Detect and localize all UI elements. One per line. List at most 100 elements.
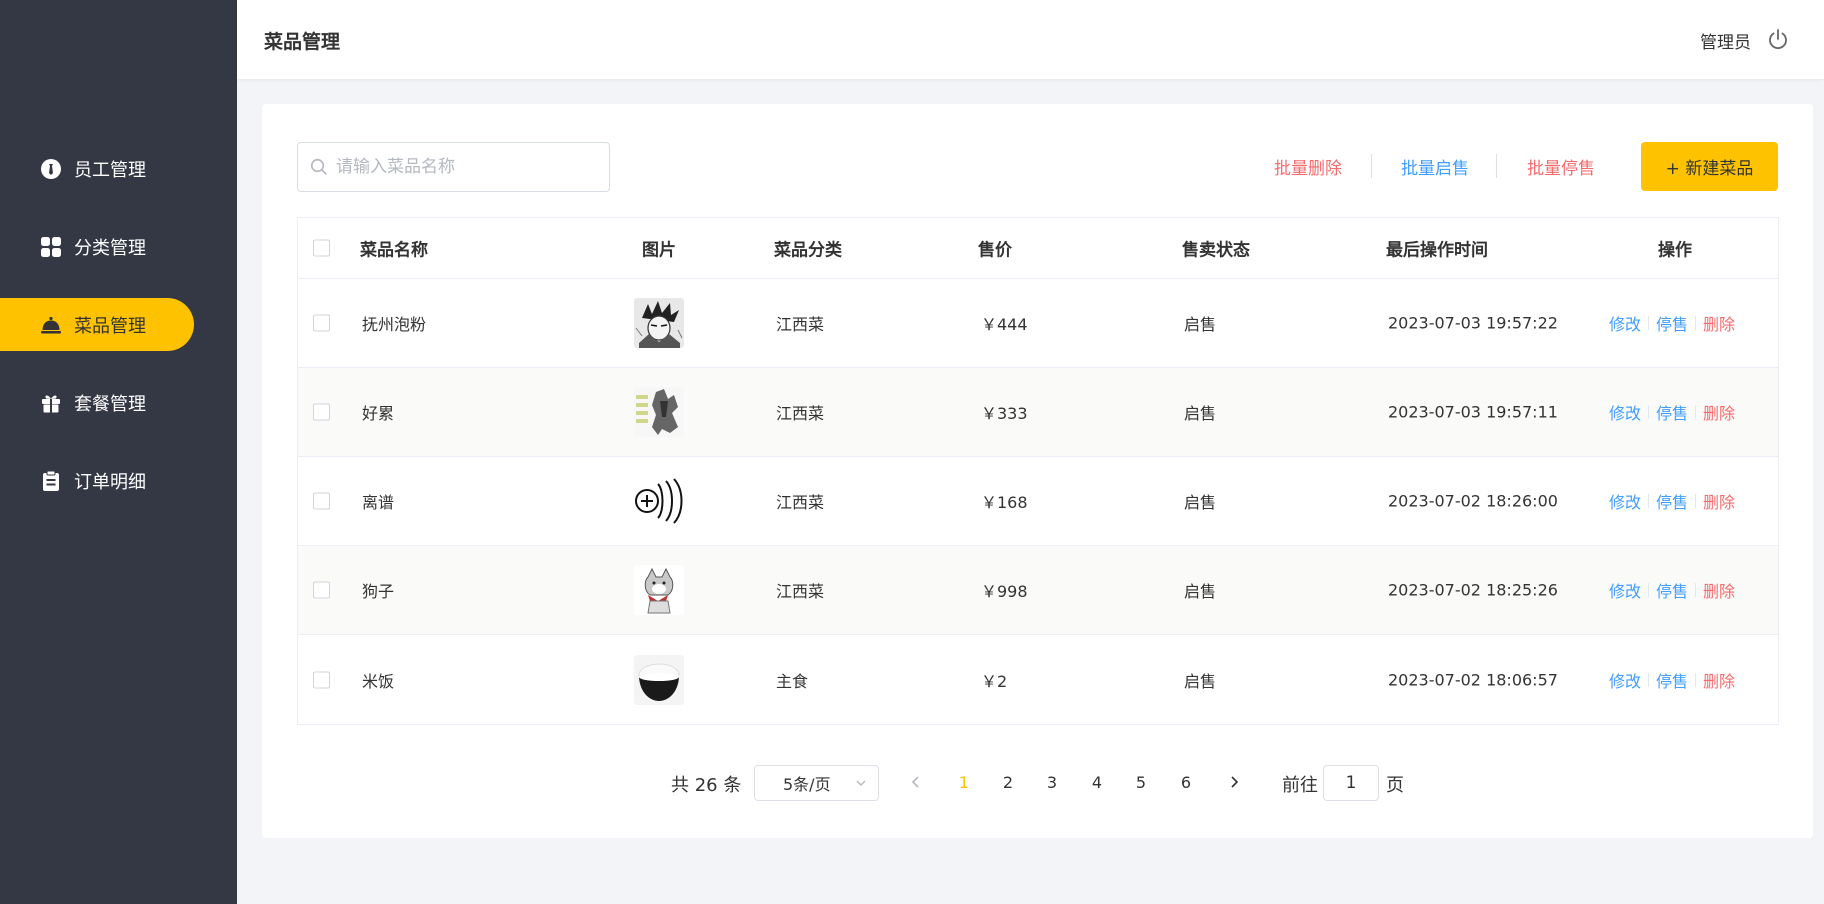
- page-size-select[interactable]: 5条/页: [754, 765, 879, 801]
- table-row: 离谱 江西菜 ￥168 启售 2023-07-02 18:26:00 修改 停售…: [298, 457, 1778, 546]
- delete-button[interactable]: 删除: [1703, 400, 1735, 424]
- row-checkbox[interactable]: [313, 581, 330, 599]
- page-number[interactable]: 1: [954, 773, 974, 792]
- row-checkbox[interactable]: [313, 492, 330, 510]
- total-count: 共 26 条: [671, 775, 742, 796]
- batch-stop-sale-button[interactable]: 批量停售: [1527, 154, 1595, 179]
- row-checkbox[interactable]: [313, 314, 330, 332]
- clipboard-icon: [40, 470, 62, 492]
- sidebar-nav: 员工管理 分类管理 菜品管理 套餐管理 订单明细: [0, 142, 237, 532]
- stop-sale-button[interactable]: 停售: [1656, 668, 1688, 692]
- prev-page-icon[interactable]: [908, 774, 924, 790]
- divider: [1648, 494, 1650, 508]
- row-actions: 修改 停售 删除: [1609, 400, 1735, 424]
- dish-list-card: 批量删除 批量启售 批量停售 + 新建菜品 菜品名称 图片 菜品分类 售价 售卖…: [262, 104, 1813, 838]
- dish-bell-icon: [40, 314, 62, 336]
- divider: [1695, 494, 1697, 508]
- employee-icon: [40, 158, 62, 180]
- page-number[interactable]: 2: [998, 773, 1018, 792]
- goto-label: 前往: [1282, 775, 1318, 796]
- delete-button[interactable]: 删除: [1703, 311, 1735, 335]
- sidebar-item-category[interactable]: 分类管理: [0, 220, 237, 273]
- page-number[interactable]: 4: [1087, 773, 1107, 792]
- sidebar-item-setmeal[interactable]: 套餐管理: [0, 376, 237, 429]
- stop-sale-button[interactable]: 停售: [1656, 489, 1688, 513]
- edit-button[interactable]: 修改: [1609, 668, 1641, 692]
- sidebar-item-label: 菜品管理: [74, 315, 146, 337]
- divider: [1695, 672, 1697, 687]
- dish-price: ￥444: [981, 315, 1028, 334]
- sidebar-item-dish[interactable]: 菜品管理: [0, 298, 194, 351]
- goto-suffix: 页: [1386, 775, 1404, 796]
- dish-image: [634, 654, 684, 705]
- page-size-value: 5条/页: [783, 775, 831, 794]
- goto-page-input[interactable]: [1323, 765, 1379, 801]
- dish-name: 抚州泡粉: [362, 315, 427, 334]
- dish-name: 好累: [362, 404, 395, 423]
- dish-table: 菜品名称 图片 菜品分类 售价 售卖状态 最后操作时间 操作 抚州泡粉 江西菜 …: [297, 217, 1779, 725]
- stop-sale-button[interactable]: 停售: [1656, 400, 1688, 424]
- column-header: 售卖状态: [1182, 240, 1250, 261]
- dish-image: [634, 476, 684, 526]
- dish-category: 主食: [776, 671, 809, 691]
- edit-button[interactable]: 修改: [1609, 400, 1641, 424]
- table-row: 米饭 主食 ￥2 启售 2023-07-02 18:06:57 修改 停售 删除: [298, 635, 1778, 724]
- edit-button[interactable]: 修改: [1609, 578, 1641, 602]
- delete-button[interactable]: 删除: [1703, 489, 1735, 513]
- new-dish-button[interactable]: + 新建菜品: [1641, 142, 1778, 191]
- divider: [1371, 154, 1372, 178]
- search-box[interactable]: [297, 142, 610, 192]
- next-page-icon[interactable]: [1226, 774, 1242, 790]
- sidebar-item-orders[interactable]: 订单明细: [0, 454, 237, 507]
- page-title: 菜品管理: [264, 31, 341, 53]
- batch-start-sale-button[interactable]: 批量启售: [1401, 154, 1469, 179]
- delete-button[interactable]: 删除: [1703, 668, 1735, 692]
- category-icon: [40, 236, 62, 258]
- select-all-checkbox[interactable]: [313, 239, 330, 257]
- divider: [1695, 583, 1697, 597]
- sidebar-item-label: 订单明细: [74, 471, 146, 493]
- table-row: 好累 江西菜 ￥333 启售 2023-07-03 19:57:11 修改 停售…: [298, 368, 1778, 457]
- sidebar-item-employee[interactable]: 员工管理: [0, 142, 237, 195]
- batch-delete-button[interactable]: 批量删除: [1274, 154, 1342, 179]
- dish-status: 启售: [1184, 582, 1217, 601]
- dish-category: 江西菜: [776, 404, 825, 423]
- stop-sale-button[interactable]: 停售: [1656, 311, 1688, 335]
- delete-button[interactable]: 删除: [1703, 578, 1735, 602]
- sidebar-item-label: 套餐管理: [74, 393, 146, 415]
- dish-name: 离谱: [362, 493, 395, 512]
- row-actions: 修改 停售 删除: [1609, 489, 1735, 513]
- row-checkbox[interactable]: [313, 671, 330, 688]
- row-checkbox[interactable]: [313, 403, 330, 421]
- search-input[interactable]: [336, 157, 596, 177]
- row-actions: 修改 停售 删除: [1609, 311, 1735, 335]
- stop-sale-button[interactable]: 停售: [1656, 578, 1688, 602]
- dish-category: 江西菜: [776, 582, 825, 601]
- chevron-down-icon: [856, 780, 866, 786]
- divider: [1695, 405, 1697, 419]
- dish-updated-time: 2023-07-02 18:25:26: [1388, 580, 1558, 600]
- dish-status: 启售: [1184, 404, 1217, 423]
- edit-button[interactable]: 修改: [1609, 311, 1641, 335]
- search-icon: [310, 158, 327, 175]
- edit-button[interactable]: 修改: [1609, 489, 1641, 513]
- page-number[interactable]: 5: [1131, 773, 1151, 792]
- user-name[interactable]: 管理员: [1700, 28, 1751, 53]
- dish-price: ￥168: [981, 493, 1028, 512]
- dish-updated-time: 2023-07-02 18:26:00: [1388, 491, 1558, 511]
- dish-price: ￥998: [981, 582, 1028, 601]
- divider: [1648, 672, 1650, 687]
- column-header: 图片: [642, 240, 676, 261]
- page-number[interactable]: 6: [1176, 773, 1196, 792]
- dish-name: 狗子: [362, 582, 395, 601]
- page-number[interactable]: 3: [1042, 773, 1062, 792]
- divider: [1695, 316, 1697, 330]
- dish-category: 江西菜: [776, 315, 825, 334]
- dish-updated-time: 2023-07-02 18:06:57: [1388, 670, 1558, 689]
- dish-updated-time: 2023-07-03 19:57:11: [1388, 402, 1558, 422]
- dish-name: 米饭: [362, 671, 395, 691]
- dish-status: 启售: [1184, 315, 1217, 334]
- divider: [1648, 316, 1650, 330]
- sidebar-item-label: 员工管理: [74, 159, 146, 181]
- power-icon[interactable]: [1767, 28, 1789, 50]
